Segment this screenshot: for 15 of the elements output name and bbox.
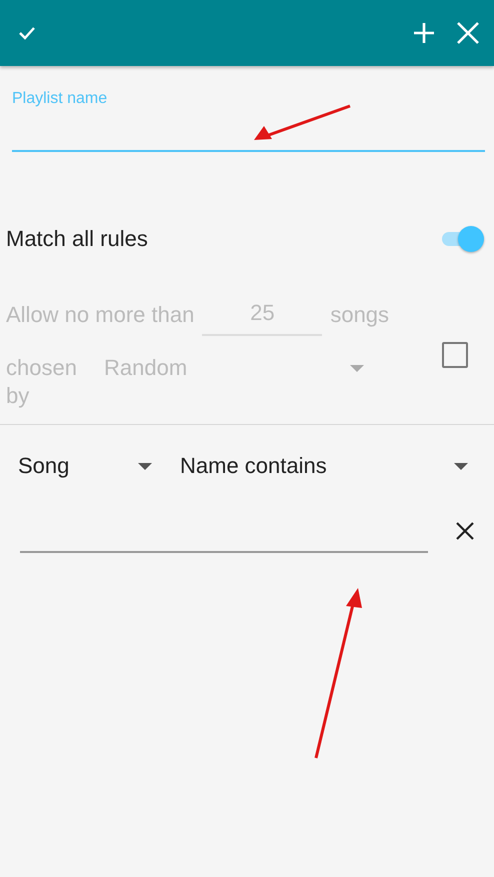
- match-all-label: Match all rules: [6, 226, 148, 252]
- operator-dropdown[interactable]: Name contains: [160, 453, 480, 479]
- field-dropdown[interactable]: Song: [8, 453, 160, 479]
- songs-label: songs: [330, 302, 390, 328]
- caret-icon: [350, 364, 364, 372]
- close-icon: [456, 522, 474, 540]
- close-icon: [457, 22, 479, 44]
- field-label: Playlist name: [12, 90, 108, 108]
- limit-checkbox[interactable]: [442, 342, 468, 368]
- caret-icon: [138, 462, 152, 470]
- toggle-switch[interactable]: [440, 224, 486, 254]
- chosen-by-label: chosen by: [6, 354, 78, 410]
- caret-icon: [454, 462, 468, 470]
- limit-label: Allow no more than: [6, 302, 194, 328]
- plus-icon: [413, 22, 435, 44]
